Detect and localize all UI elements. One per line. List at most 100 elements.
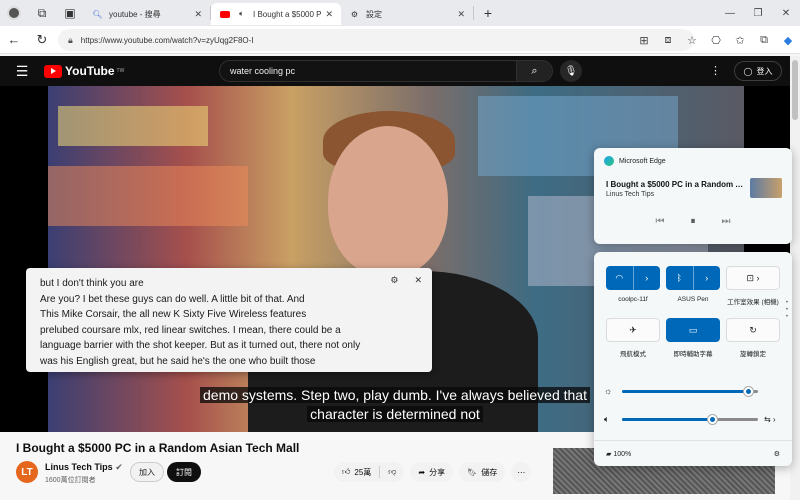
studio-effects-tile[interactable]: ⊡ › (726, 266, 780, 290)
media-title: I Bought a $5000 PC in a Random As... (606, 180, 744, 189)
wifi-tile[interactable]: ◠ › (606, 266, 660, 290)
volume-track[interactable] (622, 414, 758, 424)
live-captions-tile[interactable]: ▭ (666, 318, 720, 342)
close-icon[interactable]: ✕ (194, 9, 202, 20)
search-input[interactable]: water cooling pc (220, 66, 516, 76)
back-button[interactable]: ← (0, 26, 28, 54)
bluetooth-tile[interactable]: ᛒ › (666, 266, 720, 290)
rotation-lock-tile[interactable]: ↻ (726, 318, 780, 342)
youtube-icon (219, 9, 230, 20)
caption-line: Are you? I bet these guys can do well. A… (40, 293, 305, 305)
toolbar-actions: ⊞ ⧈ ☆ ⎔ ✩ ⧉ ◆ (632, 26, 800, 54)
youtube-header: ☰ YouTube TW water cooling pc ⌕ 🎙︎ ⋮ ◯ 登… (0, 56, 790, 86)
app-available-icon[interactable]: ⊞ (632, 34, 656, 47)
sign-in-button[interactable]: ◯ 登入 (734, 61, 782, 81)
thumbs-up-icon: 👍︎ (342, 467, 351, 476)
media-controls: ⏮ ⏸ ⏭ (594, 216, 792, 227)
gear-icon[interactable]: ⚙ (390, 275, 398, 286)
copilot-icon[interactable]: ◆ (776, 34, 800, 47)
volume-thumb[interactable] (707, 414, 717, 424)
search-icon: 🔍︎ (92, 9, 103, 19)
battery-status[interactable]: ▰ 100% (606, 450, 631, 458)
minimize-icon[interactable]: — (716, 0, 744, 26)
favorites-icon[interactable]: ✩ (728, 34, 752, 47)
join-button[interactable]: 加入 (130, 462, 164, 482)
next-track-icon[interactable]: ⏭ (722, 216, 731, 227)
close-icon[interactable]: ✕ (457, 9, 465, 20)
refresh-button[interactable]: ↻ (28, 26, 56, 54)
address-field[interactable]: 🔒︎ https://www.youtube.com/watch?v=zyUqg… (58, 29, 694, 51)
like-count: 25萬 (354, 467, 372, 477)
subscribe-button[interactable]: 訂閱 (167, 462, 201, 482)
close-icon[interactable]: ✕ (325, 9, 333, 20)
share-label: 分享 (429, 467, 446, 477)
save-label: 儲存 (481, 467, 498, 477)
caption-line: but I don't think you are (40, 278, 144, 289)
search-box[interactable]: water cooling pc ⌕ (219, 60, 553, 82)
subtitle-line: character is determined not (307, 406, 483, 422)
volume-slider[interactable]: 🔈︎ ⇆ › (604, 412, 782, 426)
scrollbar-thumb[interactable] (792, 60, 798, 120)
page-dots[interactable]: • • • (786, 300, 788, 321)
tab-settings[interactable]: ⚙ 設定 ✕ (341, 3, 473, 25)
search-button[interactable]: ⌕ (516, 61, 552, 81)
bluetooth-icon: ᛒ (676, 273, 682, 283)
settings-gear-icon[interactable]: ⚙ (774, 450, 780, 458)
airplane-icon: ✈ (629, 324, 637, 335)
thumbs-down-icon[interactable]: 👎︎ (388, 467, 396, 477)
caption-line: was his English great, but he said he's … (40, 355, 316, 367)
favorite-star-icon[interactable]: ☆ (680, 34, 704, 47)
share-button[interactable]: ➦ 分享 (410, 462, 454, 482)
region-code: TW (116, 68, 125, 74)
tab-title: youtube - 搜尋 (109, 9, 161, 19)
caption-line: This Mike Corsair, the all new K Sixty F… (40, 309, 307, 320)
brightness-track[interactable] (622, 386, 758, 396)
share-icon: ➦ (418, 467, 426, 477)
airplane-mode-tile[interactable]: ✈ (606, 318, 660, 342)
tab-video[interactable]: 🔈︎ I Bought a $5000 P ✕ (211, 3, 341, 25)
collections-icon[interactable]: ⧉ (752, 34, 776, 47)
channel-name[interactable]: Linus Tech Tips ✔ (45, 462, 123, 473)
brightness-thumb[interactable] (744, 386, 754, 396)
live-captions-window[interactable]: ⚙ ✕ but I don't think you are Are you? I… (26, 268, 432, 372)
more-actions-button[interactable]: ⋯ (511, 462, 532, 482)
quick-settings-flyout: ◠ › coolpc-11f ᛒ › ASUS Pen ⊡ › 工作室效果 (相機)… (594, 252, 792, 466)
save-button[interactable]: 🔖︎ 儲存 (459, 462, 506, 482)
media-artist: Linus Tech Tips (606, 191, 655, 198)
caption-line: language barrier with the shot keeper. B… (40, 340, 361, 351)
speaker-icon[interactable]: 🔈︎ (236, 9, 247, 20)
media-source: Microsoft Edge (604, 156, 666, 166)
tab-youtube-search[interactable]: 🔍︎ youtube - 搜尋 ✕ (84, 3, 210, 25)
pause-icon[interactable]: ⏸ (691, 216, 696, 227)
previous-track-icon[interactable]: ⏮ (656, 216, 665, 227)
tab-actions-icon[interactable]: ▣ (56, 0, 84, 26)
close-icon[interactable]: ✕ (414, 275, 422, 286)
close-window-icon[interactable]: ✕ (772, 0, 800, 26)
audio-output-icon[interactable]: ⇆ › (764, 415, 776, 424)
tab-title: I Bought a $5000 P (253, 9, 322, 19)
youtube-play-icon (44, 64, 62, 78)
channel-avatar[interactable]: LT (16, 461, 38, 483)
chevron-right-icon[interactable]: › (634, 266, 661, 290)
wifi-icon: ◠ (615, 272, 624, 283)
lock-icon[interactable]: 🔒︎ (68, 35, 73, 46)
logo-text: YouTube (65, 64, 115, 78)
tab-title: 設定 (366, 9, 382, 19)
url-text: https://www.youtube.com/watch?v=zyUqg2F8… (80, 35, 254, 45)
youtube-logo[interactable]: YouTube TW (44, 64, 124, 78)
like-button[interactable]: 👍︎ 25萬 👎︎ (334, 462, 405, 482)
picture-in-picture-icon[interactable]: ⧈ (656, 34, 680, 47)
profile-button[interactable] (0, 0, 28, 26)
brightness-slider[interactable]: ☼ (604, 384, 782, 398)
workspaces-icon[interactable]: ⧉ (28, 0, 56, 26)
brightness-icon: ☼ (604, 386, 613, 396)
menu-icon[interactable]: ☰ (0, 63, 44, 80)
media-artwork (750, 178, 782, 198)
extensions-icon[interactable]: ⎔ (704, 34, 728, 47)
video-title: I Bought a $5000 PC in a Random Asian Te… (16, 441, 300, 455)
microphone-icon[interactable]: 🎙︎ (560, 60, 582, 82)
restore-icon[interactable]: ❐ (744, 0, 772, 26)
chevron-right-icon[interactable]: › (694, 266, 721, 290)
new-tab-button[interactable]: + (474, 0, 502, 26)
more-options-icon[interactable]: ⋮ (710, 64, 721, 77)
